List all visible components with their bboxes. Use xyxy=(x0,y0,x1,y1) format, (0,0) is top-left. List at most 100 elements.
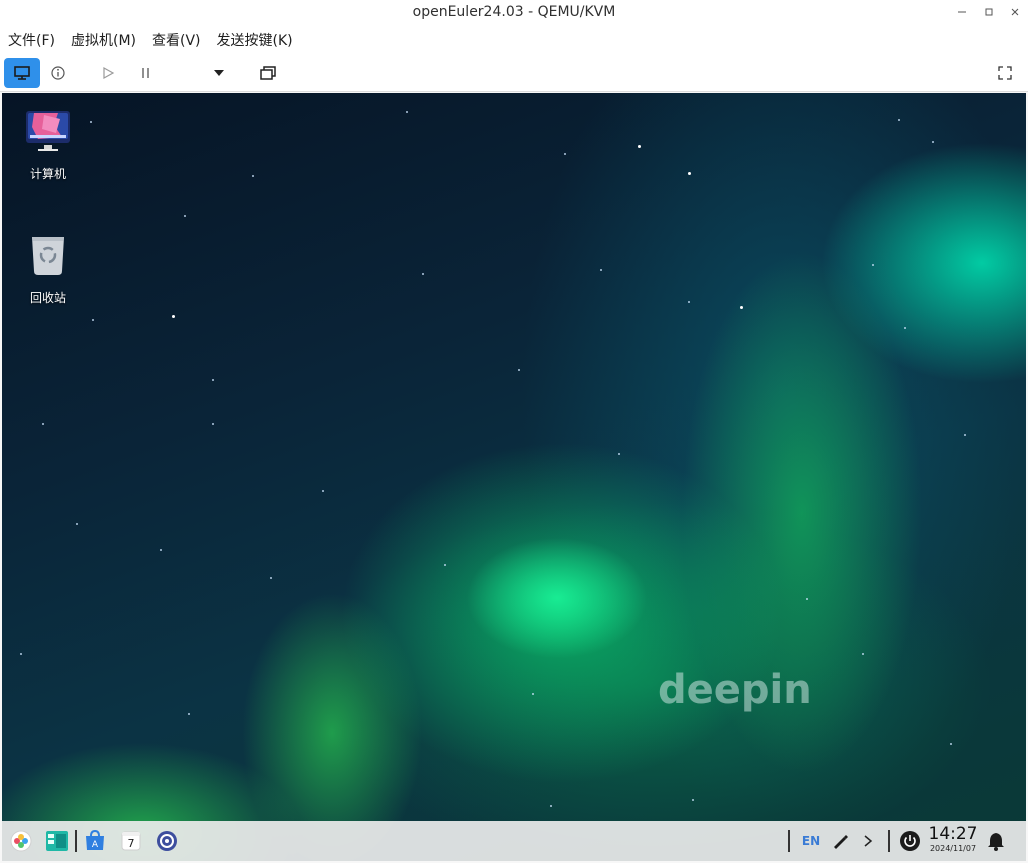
star xyxy=(638,145,641,148)
monitor-icon xyxy=(14,66,30,80)
star xyxy=(270,577,272,579)
window-title: openEuler24.03 - QEMU/KVM xyxy=(412,4,616,20)
tray-power-button[interactable] xyxy=(898,829,922,853)
star xyxy=(518,369,520,371)
star xyxy=(904,327,906,329)
star xyxy=(76,523,78,525)
tray-separator xyxy=(888,830,890,852)
file-manager-icon xyxy=(46,831,68,851)
star xyxy=(160,549,162,551)
pause-icon xyxy=(142,68,149,78)
star xyxy=(92,319,94,321)
play-icon xyxy=(103,66,115,80)
dock: A 7 EN 14:27 2024/11/07 xyxy=(2,821,1026,861)
star xyxy=(806,598,808,600)
star xyxy=(322,490,324,492)
run-button[interactable] xyxy=(94,58,122,88)
minimize-button[interactable] xyxy=(953,4,971,20)
launcher-icon xyxy=(10,830,32,852)
star xyxy=(600,269,602,271)
star xyxy=(172,315,175,318)
star xyxy=(564,153,566,155)
star xyxy=(862,653,864,655)
power-icon xyxy=(900,831,920,851)
dock-file-manager[interactable] xyxy=(44,828,70,854)
details-button[interactable] xyxy=(44,58,72,88)
app-store-icon: A xyxy=(86,830,104,850)
input-method-indicator[interactable]: EN xyxy=(798,829,824,853)
menu-send-key[interactable]: 发送按键(K) xyxy=(217,30,293,50)
star xyxy=(932,141,934,143)
power-menu-button[interactable] xyxy=(206,58,232,88)
title-bar: openEuler24.03 - QEMU/KVM xyxy=(0,0,1028,26)
desktop-icon-computer[interactable]: 计算机 xyxy=(12,107,84,182)
tray-expand-button[interactable] xyxy=(858,829,878,853)
dock-calendar[interactable]: 7 xyxy=(118,828,144,854)
star xyxy=(950,743,952,745)
desktop-icon-label: 回收站 xyxy=(29,291,66,305)
star xyxy=(42,423,44,425)
dock-settings[interactable] xyxy=(154,828,180,854)
star xyxy=(898,119,900,121)
tray-pen-button[interactable] xyxy=(828,829,852,853)
star xyxy=(212,423,214,425)
star xyxy=(20,653,22,655)
star xyxy=(688,172,691,175)
calendar-day: 7 xyxy=(128,837,135,850)
snapshot-icon xyxy=(260,66,276,80)
snapshot-button[interactable] xyxy=(254,58,282,88)
star xyxy=(550,805,552,807)
star xyxy=(184,215,186,217)
calendar-icon: 7 xyxy=(121,831,141,851)
clock-time: 14:27 xyxy=(928,824,978,844)
tray-clock[interactable]: 14:27 2024/11/07 xyxy=(928,824,978,854)
star xyxy=(212,379,214,381)
toolbar xyxy=(0,54,1028,92)
maximize-button[interactable] xyxy=(980,4,998,20)
trash-icon xyxy=(24,231,72,279)
star xyxy=(532,693,534,695)
guest-display[interactable]: 计算机 回收站 deepin A 7 EN 14:27 2024/11/07 xyxy=(2,93,1026,861)
star xyxy=(688,301,690,303)
bell-icon xyxy=(988,833,1004,851)
star xyxy=(422,273,424,275)
tray-separator xyxy=(788,830,790,852)
console-button[interactable] xyxy=(4,58,40,88)
dock-app-store[interactable]: A xyxy=(82,828,108,854)
deepin-watermark: deepin xyxy=(658,667,812,713)
desktop-icon-trash[interactable]: 回收站 xyxy=(12,231,84,306)
dropdown-arrow-icon xyxy=(214,70,224,76)
star xyxy=(740,306,743,309)
star xyxy=(444,564,446,566)
svg-text:A: A xyxy=(92,840,99,850)
minimize-icon xyxy=(958,11,966,13)
vm-window: openEuler24.03 - QEMU/KVM 文件(F) 虚拟机(M) 查… xyxy=(0,0,1028,863)
clock-date: 2024/11/07 xyxy=(929,844,977,853)
close-button[interactable] xyxy=(1006,4,1024,20)
pause-button[interactable] xyxy=(132,58,160,88)
star xyxy=(406,111,408,113)
fullscreen-button[interactable] xyxy=(992,58,1018,88)
close-icon xyxy=(1011,8,1019,16)
star xyxy=(692,799,694,801)
desktop-icon-label: 计算机 xyxy=(29,167,66,181)
settings-icon xyxy=(157,831,177,851)
star xyxy=(90,121,92,123)
menu-file[interactable]: 文件(F) xyxy=(8,30,55,50)
star xyxy=(964,434,966,436)
star xyxy=(618,453,620,455)
pen-icon xyxy=(834,835,848,849)
maximize-icon xyxy=(985,8,993,16)
fullscreen-icon xyxy=(998,66,1012,80)
star xyxy=(188,713,190,715)
dock-launcher[interactable] xyxy=(8,828,34,854)
menu-bar: 文件(F) 虚拟机(M) 查看(V) 发送按键(K) xyxy=(0,26,1028,54)
info-icon xyxy=(51,66,65,80)
tray-notification-button[interactable] xyxy=(984,829,1008,853)
menu-vm[interactable]: 虚拟机(M) xyxy=(71,30,136,50)
star xyxy=(872,264,874,266)
chevron-right-icon xyxy=(864,835,873,847)
computer-icon xyxy=(24,107,72,155)
dock-separator xyxy=(75,830,77,852)
menu-view[interactable]: 查看(V) xyxy=(152,30,201,50)
